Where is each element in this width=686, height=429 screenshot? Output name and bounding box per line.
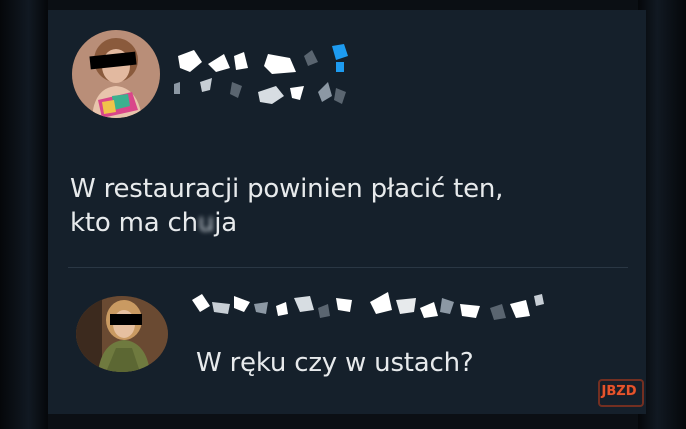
tweet-text-line2-end: ja: [214, 208, 237, 238]
left-background-strip: [0, 0, 48, 429]
eyes-censor-bar: [110, 314, 142, 325]
tweet-text: W restauracji powinien płacić ten, kto m…: [70, 172, 630, 240]
censor-blur: u: [197, 208, 215, 238]
woman-avatar-icon: [72, 30, 160, 118]
tweet-author-name-pixelated[interactable]: [172, 42, 372, 112]
tweet-author-avatar[interactable]: [72, 30, 160, 118]
tweet-text-line2-start: kto ma ch: [70, 208, 198, 238]
reply-author-avatar[interactable]: [76, 296, 168, 372]
watermark-frame: [598, 379, 644, 407]
reply-text: W ręku czy w ustach?: [196, 348, 474, 378]
watermark-logo: JBZD: [594, 376, 644, 407]
reply-divider: [68, 267, 628, 268]
tweet-thread-card: W restauracji powinien płacić ten, kto m…: [48, 10, 646, 414]
reply-author-name-pixelated[interactable]: [190, 290, 550, 334]
tweet-text-line1: W restauracji powinien płacić ten,: [70, 174, 504, 204]
tweet-text-line2: kto ma chuja: [70, 206, 630, 240]
woman-avatar-icon: [76, 296, 168, 372]
